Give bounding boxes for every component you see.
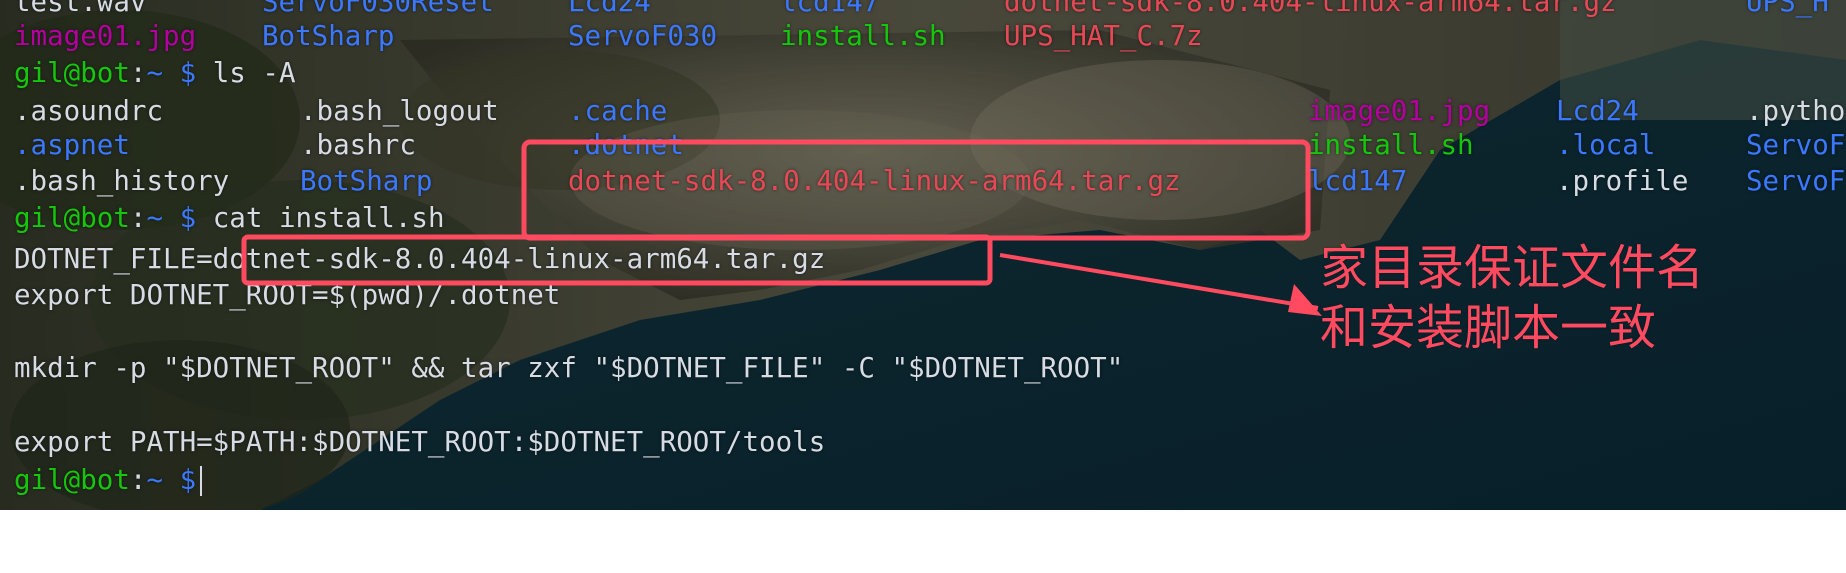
prompt-symbol: $	[179, 57, 197, 89]
prompt-separator: :	[129, 202, 147, 234]
ls-output-row: .aspnet .bashrc .dotnet install.sh .loca…	[0, 127, 1846, 164]
prompt-path: ~	[146, 464, 164, 496]
prompt-path: ~	[146, 202, 164, 234]
file-entry: .profile	[1556, 165, 1689, 197]
annotation-text-line-2: 和安装脚本一致	[1320, 300, 1657, 356]
prompt-user: gil@bot	[14, 202, 130, 234]
prompt: gil@bot:~ $	[14, 462, 203, 499]
file-entry: UPS_HAT_C.7z	[1004, 20, 1203, 52]
file-entry: BotSharp	[262, 20, 395, 52]
file-entry: ServoF	[1746, 165, 1846, 197]
file-entry: .local	[1556, 129, 1656, 161]
file-entry: .dotnet	[568, 129, 684, 161]
prompt-user: gil@bot	[14, 57, 130, 89]
script-text: DOTNET_FILE=dotnet-sdk-8.0.404-linux-arm…	[14, 243, 826, 275]
file-entry: .bash_history	[14, 165, 230, 197]
file-entry: .pytho	[1746, 95, 1846, 127]
annotation-text-line-1: 家目录保证文件名	[1320, 240, 1705, 296]
command-text: cat install.sh	[212, 202, 445, 234]
file-entry: image01.jpg	[1308, 95, 1491, 127]
prompt: gil@bot:~ $ cat install.sh	[14, 200, 445, 237]
file-entry: install.sh	[780, 20, 946, 52]
script-line: export PATH=$PATH:$DOTNET_ROOT:$DOTNET_R…	[0, 424, 1846, 461]
prompt-symbol: $	[179, 202, 197, 234]
prompt-separator: :	[129, 57, 147, 89]
file-entry: install.sh	[1308, 129, 1474, 161]
file-entry: lcd147	[1308, 165, 1408, 197]
script-text: export DOTNET_ROOT=$(pwd)/.dotnet	[14, 279, 561, 311]
ls-output-row: .bash_history BotSharp dotnet-sdk-8.0.40…	[0, 163, 1846, 200]
prompt: gil@bot:~ $ ls -A	[14, 55, 296, 92]
prompt-symbol: $	[179, 464, 197, 496]
script-text: export PATH=$PATH:$DOTNET_ROOT:$DOTNET_R…	[14, 426, 826, 458]
prompt-separator: :	[129, 464, 147, 496]
file-entry: ServoF	[1746, 129, 1846, 161]
file-entry: Lcd24	[1556, 95, 1639, 127]
prompt-user: gil@bot	[14, 464, 130, 496]
file-entry: .bash_logout	[300, 95, 499, 127]
ls-output-row: .asoundrc .bash_logout .cache image01.jp…	[0, 93, 1846, 130]
file-entry: dotnet-sdk-8.0.404-linux-arm64.tar.gz	[568, 165, 1181, 197]
file-entry: BotSharp	[300, 165, 433, 197]
ls-output-row: image01.jpg BotSharp ServoF030 install.s…	[0, 18, 1846, 55]
script-text: mkdir -p "$DOTNET_ROOT" && tar zxf "$DOT…	[14, 352, 1124, 384]
text-cursor[interactable]	[200, 466, 203, 496]
file-entry: .asoundrc	[14, 95, 164, 127]
file-entry: image01.jpg	[14, 20, 197, 52]
prompt-line: gil@bot:~ $ ls -A	[0, 55, 1846, 92]
command-text: ls -A	[212, 57, 296, 89]
file-entry: .aspnet	[14, 129, 130, 161]
prompt-path: ~	[146, 57, 164, 89]
file-entry: .bashrc	[300, 129, 416, 161]
file-entry: .cache	[568, 95, 668, 127]
prompt-line: gil@bot:~ $	[0, 462, 1846, 499]
file-entry: ServoF030	[568, 20, 718, 52]
prompt-line: gil@bot:~ $ cat install.sh	[0, 200, 1846, 237]
